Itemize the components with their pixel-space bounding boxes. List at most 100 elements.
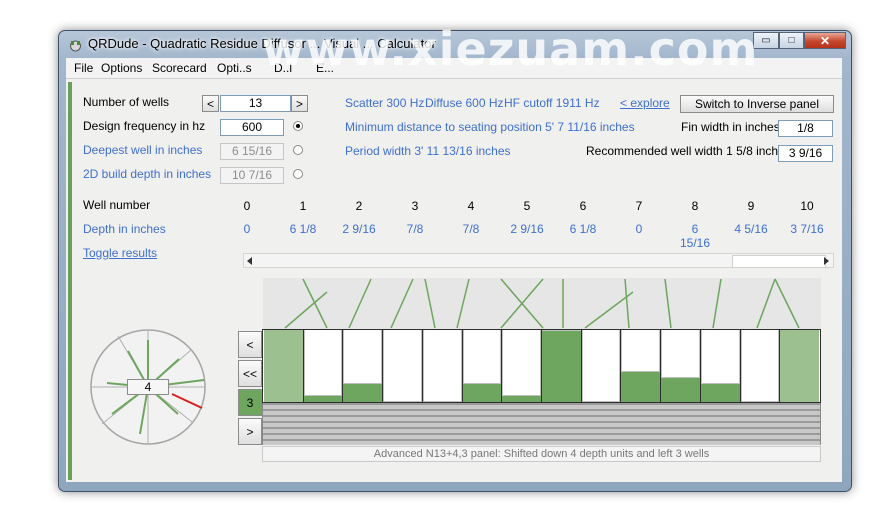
shift-left-button[interactable]: <: [238, 331, 262, 358]
maximize-button[interactable]: □: [779, 32, 804, 49]
well-cavity: [740, 330, 780, 402]
wells-input[interactable]: 13: [220, 95, 291, 112]
well-column[interactable]: [303, 330, 343, 402]
depth-label: Depth in inches: [83, 222, 166, 236]
fin-width-label: Fin width in inches: [681, 120, 780, 134]
fin-width-input[interactable]: 1/8: [778, 120, 833, 137]
well-cavity: [581, 330, 621, 402]
well-fill: [303, 396, 343, 402]
depth-cell: 2 9/16: [342, 222, 376, 236]
wells-decrement-button[interactable]: <: [202, 95, 219, 112]
maximize-icon: □: [788, 35, 795, 46]
well-column[interactable]: [780, 330, 819, 402]
well-column[interactable]: [621, 330, 661, 402]
well-fill: [542, 330, 581, 402]
depth-cell: 4 5/16: [734, 222, 768, 236]
close-button[interactable]: ✕: [804, 32, 846, 49]
well-cavity: [462, 330, 502, 384]
deepest-radio[interactable]: [293, 145, 303, 155]
well-number-cell: 6: [579, 199, 587, 213]
shift-right-button[interactable]: >: [238, 418, 262, 445]
well-column[interactable]: [542, 330, 581, 402]
well-cavity: [502, 330, 541, 396]
deepest-label: Deepest well in inches: [83, 143, 203, 157]
switch-inverse-button[interactable]: Switch to Inverse panel: [680, 95, 834, 113]
well-fill: [343, 384, 383, 402]
depth-cell: 3 7/16: [790, 222, 824, 236]
hf-cutoff-text: HF cutoff 1911 Hz: [504, 96, 600, 110]
watermark: www.xiezuam.com: [262, 22, 759, 76]
well-cavity: [700, 330, 740, 384]
depth-cell: 0: [243, 222, 251, 236]
well-number-cell: 9: [747, 199, 755, 213]
well-column[interactable]: [740, 330, 780, 402]
well-column[interactable]: [422, 330, 462, 402]
min-distance-text: Minimum distance to seating position 5' …: [345, 120, 635, 134]
depth-cell: 6 1/8: [289, 222, 317, 236]
toggle-results-link[interactable]: Toggle results: [83, 246, 157, 260]
well-column[interactable]: [661, 330, 700, 402]
scroll-thumb[interactable]: [732, 255, 826, 268]
diffuse-text: Diffuse 600 Hz: [425, 96, 504, 110]
well-number-cell: 4: [467, 199, 475, 213]
menu-options[interactable]: Options: [101, 61, 142, 75]
well-number-cell: 1: [299, 199, 307, 213]
well-column[interactable]: [581, 330, 621, 402]
well-cavity: [422, 330, 462, 402]
well-fill: [462, 384, 502, 402]
diffusor-wells[interactable]: [262, 329, 821, 403]
well-column[interactable]: [383, 330, 422, 402]
build-depth-radio[interactable]: [293, 169, 303, 179]
well-cavity: [343, 330, 383, 384]
deepest-input[interactable]: 6 15/16: [220, 143, 284, 160]
well-number-cell: 5: [523, 199, 531, 213]
well-fill: [502, 396, 541, 402]
well-fill: [700, 384, 740, 402]
well-cavity: [542, 330, 581, 331]
chevron-right-icon: >: [295, 96, 303, 111]
well-column[interactable]: [264, 330, 303, 402]
well-cavity: [621, 330, 661, 372]
menu-scorecard[interactable]: Scorecard: [152, 61, 207, 75]
explore-link[interactable]: < explore: [620, 96, 670, 110]
recommended-width-input[interactable]: 3 9/16: [778, 145, 833, 162]
horizontal-scrollbar[interactable]: [243, 253, 834, 268]
menu-item-4[interactable]: Opti..s: [217, 61, 252, 75]
well-column[interactable]: [700, 330, 740, 402]
well-cavity: [303, 330, 343, 396]
well-column[interactable]: [462, 330, 502, 402]
well-column[interactable]: [502, 330, 541, 402]
reflection-lines: [284, 278, 800, 329]
scroll-left-icon[interactable]: [247, 257, 253, 265]
period-width-text: Period width 3' 11 13/16 inches: [345, 144, 511, 158]
wells-increment-button[interactable]: >: [291, 95, 308, 112]
well-fill: [621, 372, 661, 402]
freq-input[interactable]: 600: [220, 119, 284, 136]
accent-bar: [68, 82, 72, 480]
depth-cell: 7/8: [462, 222, 480, 236]
scroll-right-icon[interactable]: [824, 257, 830, 265]
panel-status: Advanced N13+4,3 panel: Shifted down 4 d…: [262, 446, 821, 462]
well-number-cell: 0: [243, 199, 251, 213]
well-number-cell: 10: [800, 199, 814, 213]
shift-far-left-button[interactable]: <<: [238, 360, 262, 387]
menu-file[interactable]: File: [74, 61, 93, 75]
dial-value-box[interactable]: 4: [127, 379, 169, 395]
well-fill: [661, 378, 700, 402]
well-number-cell: 2: [355, 199, 363, 213]
build-depth-label: 2D build depth in inches: [83, 167, 212, 181]
scatter-text: Scatter 300 Hz: [345, 96, 425, 110]
freq-label: Design frequency in hz: [83, 119, 206, 133]
recommended-width-label: Recommended well width 1 5/8 inches: [586, 144, 791, 158]
shift-amount-button[interactable]: 3: [238, 389, 262, 416]
depth-cell: 6 15/16: [679, 222, 711, 250]
freq-radio[interactable]: [293, 121, 303, 131]
well-cavity: [383, 330, 422, 402]
wells-label: Number of wells: [83, 95, 170, 109]
build-depth-input[interactable]: 10 7/16: [220, 167, 284, 184]
well-column[interactable]: [343, 330, 383, 402]
well-number-cell: 3: [411, 199, 419, 213]
close-icon: ✕: [819, 33, 831, 48]
well-number-cell: 8: [691, 199, 699, 213]
depth-cell: 7/8: [406, 222, 424, 236]
